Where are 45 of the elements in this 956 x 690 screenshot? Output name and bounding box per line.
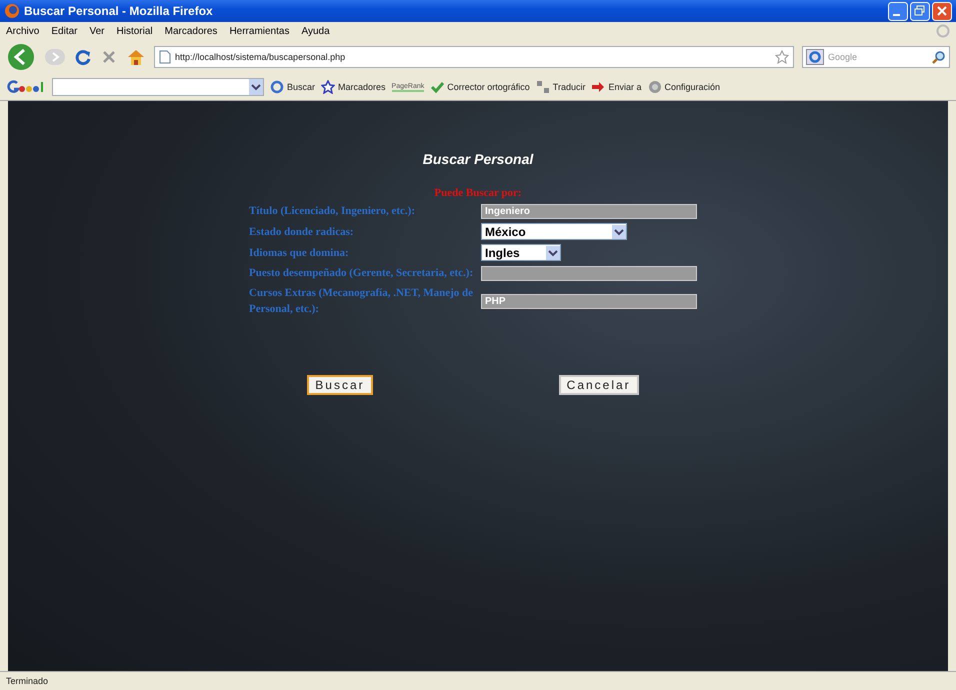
minimize-icon[interactable]	[888, 2, 908, 20]
menu-item[interactable]: Archivo	[6, 26, 40, 36]
toolbar-button[interactable]: Corrector ortográfico	[430, 80, 530, 94]
home-icon[interactable]	[126, 48, 146, 66]
menu-item[interactable]: Marcadores	[164, 26, 218, 36]
field-label: Título (Licenciado, Ingeniero, etc.):	[249, 204, 416, 219]
text-field[interactable]	[481, 266, 697, 280]
window-title: Buscar Personal - Mozilla Firefox	[24, 4, 214, 18]
search-icon[interactable]	[932, 50, 946, 64]
send-arrow-icon	[591, 80, 606, 94]
field-label: Cursos Extras (Mecanografía, .NET, Manejo de Personal, etc.):	[249, 286, 474, 317]
checkmark-icon	[430, 80, 444, 94]
menu-item[interactable]: Ver	[89, 26, 104, 36]
translate-icon	[536, 80, 550, 94]
toolbar-button[interactable]: Enviar a	[591, 80, 642, 94]
field-label: Puesto desempeñado (Gerente, Secretaria, etc.):	[249, 266, 474, 281]
page-icon	[159, 50, 171, 64]
field-label: Idiomas que domina:	[249, 246, 350, 260]
gear-icon	[648, 80, 662, 94]
dropdown-field[interactable]: Ingles	[481, 244, 561, 261]
menu-item[interactable]: Editar	[51, 26, 78, 36]
restore-icon[interactable]	[910, 2, 930, 20]
menu-item[interactable]: Historial	[116, 26, 153, 36]
close-icon[interactable]	[932, 2, 952, 20]
toolbar-button[interactable]: Traducir	[536, 80, 586, 94]
form-button[interactable]: Cancelar	[558, 375, 639, 395]
star-icon[interactable]	[775, 50, 789, 64]
menu-item[interactable]: Herramientas	[229, 26, 290, 36]
google-engine-icon[interactable]	[806, 49, 824, 65]
throbber-icon	[936, 24, 950, 38]
menu-item[interactable]: Ayuda	[301, 26, 330, 36]
google-logo-icon	[6, 79, 46, 95]
toolbar-button[interactable]: Marcadores	[321, 80, 386, 94]
status-text: Terminado	[6, 676, 48, 686]
toolbar-button[interactable]: Configuración	[648, 80, 720, 94]
star-icon	[321, 80, 336, 94]
dropdown-field[interactable]: México	[481, 223, 627, 240]
page-heading: Buscar Personal	[422, 151, 534, 167]
browser-logo-icon	[4, 3, 20, 19]
toolbar-button[interactable]: Buscar	[270, 80, 316, 94]
field-label: Estado donde radicas:	[249, 224, 355, 240]
section-label: Puede Buscar por:	[434, 187, 522, 199]
google-search-field[interactable]	[52, 78, 264, 96]
reload-icon[interactable]	[74, 48, 92, 66]
form-button[interactable]: Buscar	[307, 375, 373, 395]
